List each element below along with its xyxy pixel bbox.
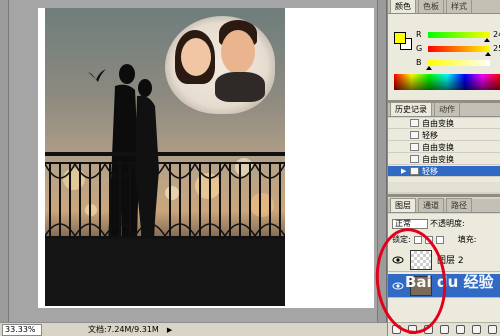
green-slider-track[interactable] <box>428 46 490 52</box>
workspace <box>0 0 387 322</box>
bridge-railing <box>45 152 285 306</box>
couple-photo[interactable] <box>165 16 275 114</box>
blue-slider[interactable]: B <box>416 58 500 70</box>
blend-mode-select[interactable]: 正常 <box>392 218 428 229</box>
history-state-icon <box>410 143 419 151</box>
green-slider-label: G <box>416 44 423 53</box>
lock-all-icon[interactable] <box>435 235 444 244</box>
history-footer <box>388 182 500 192</box>
history-item[interactable]: 自由变换 <box>388 118 500 129</box>
red-slider[interactable]: R 24 <box>416 30 500 42</box>
shirt <box>215 72 265 102</box>
red-slider-label: R <box>416 30 422 39</box>
photoshop-window: 33.33% 文档:7.24M/9.31M ▶ 颜色 色板 样式 R 24 G … <box>0 0 500 336</box>
red-slider-knob[interactable] <box>483 38 490 42</box>
history-item[interactable]: 自由变换 <box>388 142 500 153</box>
history-state-pointer-icon[interactable]: ▶ <box>401 167 406 175</box>
color-panel-tabs: 颜色 色板 样式 <box>388 0 500 14</box>
history-panel-tabs: 历史记录 动作 <box>388 102 500 117</box>
red-slider-track[interactable] <box>428 32 490 38</box>
blue-slider-label: B <box>416 58 422 67</box>
face <box>181 38 211 76</box>
blend-mode-row: 正常 不透明度: <box>392 218 465 229</box>
history-item-label: 自由变换 <box>422 154 454 164</box>
history-item[interactable]: 轻移 <box>388 130 500 141</box>
history-panel: 自由变换 轻移 自由变换 自由变换 ▶ 轻移 <box>388 118 500 192</box>
zoom-level-field[interactable]: 33.33% <box>2 323 42 336</box>
new-layer-icon[interactable] <box>471 325 481 334</box>
layers-panel-tabs: 图层 通道 路径 <box>388 198 500 213</box>
tab-swatches[interactable]: 色板 <box>418 0 444 13</box>
color-panel: R 24 G 25 B <box>388 14 500 100</box>
adjustment-layer-icon[interactable] <box>439 325 449 334</box>
tab-history[interactable]: 历史记录 <box>390 102 432 116</box>
tab-paths[interactable]: 路径 <box>446 198 472 212</box>
history-item-label: 自由变换 <box>422 118 454 128</box>
face <box>221 30 255 74</box>
history-state-icon <box>410 119 419 127</box>
trash-icon[interactable] <box>487 325 497 334</box>
history-item-label: 轻移 <box>422 130 438 140</box>
history-item-selected[interactable]: ▶ 轻移 <box>388 166 500 177</box>
canvas-image[interactable] <box>45 8 285 306</box>
history-state-icon <box>410 155 419 163</box>
tab-layers[interactable]: 图层 <box>390 198 416 212</box>
fill-label: 填充: <box>457 235 477 244</box>
status-menu-arrow-icon[interactable]: ▶ <box>167 326 172 334</box>
blue-slider-knob[interactable] <box>426 66 433 70</box>
green-slider-knob[interactable] <box>485 52 492 56</box>
bird-silhouette <box>88 69 106 82</box>
new-group-icon[interactable] <box>455 325 465 334</box>
history-item-label: 轻移 <box>422 166 438 176</box>
foreground-color-swatch[interactable] <box>394 32 406 44</box>
document-size-info: 文档:7.24M/9.31M <box>88 325 159 334</box>
history-state-icon <box>410 131 419 139</box>
green-slider-value[interactable]: 25 <box>493 44 500 53</box>
history-item[interactable]: 自由变换 <box>388 154 500 165</box>
tab-actions[interactable]: 动作 <box>434 102 460 116</box>
document-window <box>8 0 378 322</box>
red-slider-value[interactable]: 24 <box>493 30 500 39</box>
history-item-label: 自由变换 <box>422 142 454 152</box>
tab-styles[interactable]: 样式 <box>446 0 472 13</box>
green-slider[interactable]: G 25 <box>416 44 500 56</box>
opacity-label: 不透明度: <box>430 219 465 228</box>
tab-channels[interactable]: 通道 <box>418 198 444 212</box>
tab-color[interactable]: 颜色 <box>390 0 416 13</box>
blue-slider-track[interactable] <box>428 60 490 66</box>
status-bar: 33.33% 文档:7.24M/9.31M ▶ <box>0 322 387 336</box>
history-state-icon <box>410 167 419 175</box>
panel-divider[interactable] <box>388 194 500 197</box>
color-spectrum-bar[interactable] <box>394 74 500 90</box>
